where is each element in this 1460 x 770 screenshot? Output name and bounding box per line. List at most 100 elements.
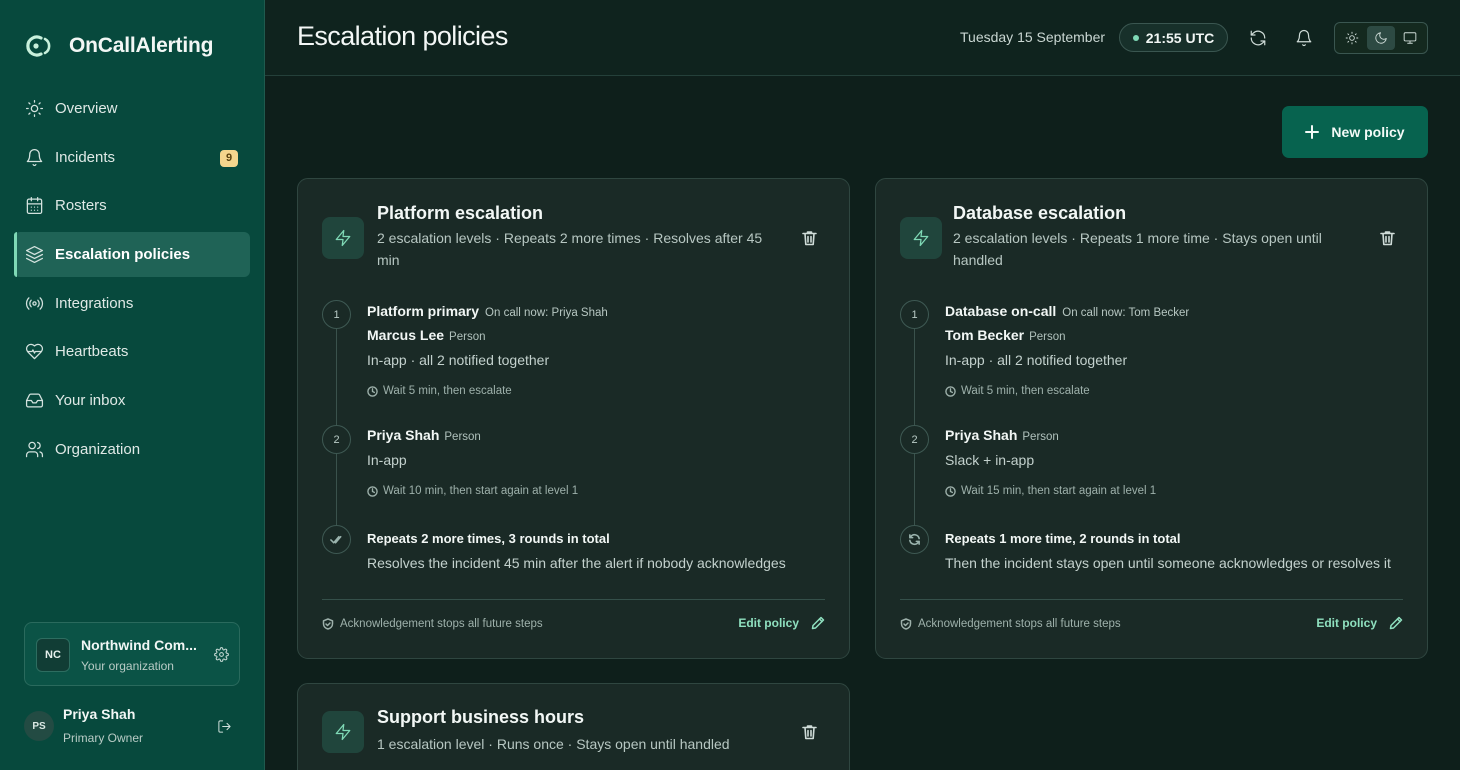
pencil-icon [811, 616, 825, 630]
repeat-description: Resolves the incident 45 min after the a… [367, 555, 786, 571]
policy-card-platform-escalation: Platform escalation 2 escalation levels … [297, 178, 850, 659]
user-row: PS Priya Shah Primary Owner [24, 703, 240, 751]
repeat-description: Then the incident stays open until someo… [945, 555, 1391, 571]
responder-type: Person [449, 331, 486, 343]
card-divider [900, 599, 1403, 600]
responder-type: Person [1029, 331, 1066, 343]
bolt-icon [322, 711, 364, 753]
policy-summary: 2 escalation levels · Repeats 1 more tim… [953, 230, 1322, 268]
logout-icon[interactable] [217, 719, 232, 734]
responder-name: Marcus Lee [367, 327, 445, 343]
bell-icon [25, 148, 44, 167]
sidebar-item-organization[interactable]: Organization [14, 427, 250, 472]
level-number: 2 [322, 425, 351, 454]
current-date: Tuesday 15 September [960, 29, 1106, 45]
policy-summary: 1 escalation level · Runs once · Stays o… [377, 736, 730, 752]
sun-icon [1345, 31, 1358, 45]
sidebar-item-your-inbox[interactable]: Your inbox [14, 378, 250, 423]
dark-theme-button[interactable] [1367, 26, 1395, 50]
responder: Marcus Lee Person [367, 327, 485, 343]
policy-title: Database escalation [953, 203, 1127, 223]
org-avatar: NC [36, 638, 70, 672]
sidebar-item-heartbeats[interactable]: Heartbeats [14, 329, 250, 374]
responder: Priya Shah Person [367, 427, 481, 443]
level-number: 1 [322, 300, 351, 329]
new-policy-label: New policy [1331, 124, 1405, 140]
sidebar-item-overview[interactable]: Overview [14, 86, 250, 131]
responder-name: Priya Shah [367, 427, 440, 443]
timeline-line [914, 309, 915, 534]
sidebar-item-rosters[interactable]: Rosters [14, 183, 250, 228]
refresh-icon[interactable] [1249, 29, 1267, 47]
organization-card[interactable]: NC Northwind Com... Your organization [24, 622, 240, 686]
on-call-now: On call now: Tom Becker [1062, 307, 1190, 319]
top-header: Escalation policies Tuesday 15 September… [265, 0, 1460, 76]
sidebar-item-label: Organization [55, 440, 141, 458]
edit-policy-button[interactable]: Edit policy [738, 616, 825, 630]
repeat-icon [900, 525, 929, 554]
page-title: Escalation policies [297, 21, 508, 51]
level-name: Platform primary On call now: Priya Shah [367, 303, 608, 319]
repeat-title: Repeats 2 more times, 3 rounds in total [367, 531, 610, 546]
notification-channel: In-app · all 2 notified together [945, 352, 1128, 368]
notification-channel: Slack + in-app [945, 452, 1035, 468]
edit-policy-label: Edit policy [738, 616, 799, 630]
clock-icon [367, 385, 378, 397]
new-policy-button[interactable]: New policy [1282, 106, 1428, 158]
sidebar-nav: Overview Incidents 9 Rosters Escalation … [14, 86, 250, 476]
level-name-text: Database on-call [945, 303, 1057, 319]
system-theme-button[interactable] [1397, 26, 1424, 50]
sun-icon [25, 99, 44, 118]
moon-icon [1375, 32, 1387, 44]
edit-policy-label: Edit policy [1316, 616, 1377, 630]
responder-name: Priya Shah [945, 427, 1018, 443]
light-theme-button[interactable] [1338, 26, 1365, 50]
notification-channel: In-app · all 2 notified together [367, 352, 550, 368]
responder-type: Person [1022, 431, 1059, 443]
wait-rule: Wait 10 min, then start again at level 1 [367, 485, 578, 497]
gear-icon[interactable] [214, 647, 229, 662]
ack-note-text: Acknowledgement stops all future steps [918, 618, 1121, 630]
clock-icon [945, 385, 956, 397]
delete-policy-trash-icon[interactable] [1380, 230, 1395, 246]
pencil-icon [1389, 616, 1403, 630]
sidebar-item-escalation-policies[interactable]: Escalation policies [14, 232, 250, 278]
incidents-count-badge: 9 [220, 149, 238, 167]
level-name-text: Platform primary [367, 303, 480, 319]
brand-name: OnCallAlerting [69, 34, 214, 57]
inbox-icon [25, 391, 44, 410]
bolt-icon [322, 217, 364, 259]
layers-icon [25, 245, 44, 264]
double-check-icon [322, 525, 351, 554]
delete-policy-trash-icon[interactable] [802, 230, 817, 246]
heart-pulse-icon [25, 342, 44, 361]
edit-policy-button[interactable]: Edit policy [1316, 616, 1403, 630]
card-divider [322, 599, 825, 600]
live-dot [1132, 34, 1139, 41]
sidebar-item-label: Overview [55, 100, 118, 117]
sidebar-item-label: Heartbeats [55, 343, 129, 361]
sidebar-item-incidents[interactable]: Incidents 9 [14, 135, 250, 180]
utc-clock: 21:55 UTC [1119, 23, 1228, 52]
clock-icon [945, 485, 956, 497]
sidebar: OnCallAlerting Overview Incidents 9 Rost… [0, 0, 265, 770]
policy-title: Support business hours [377, 707, 585, 727]
users-icon [25, 440, 44, 459]
level-name: Database on-call On call now: Tom Becker [945, 303, 1189, 319]
responder: Priya Shah Person [945, 427, 1059, 443]
sidebar-item-integrations[interactable]: Integrations [14, 281, 250, 326]
user-role: Primary Owner [63, 731, 144, 745]
bolt-icon [900, 217, 942, 259]
notifications-bell-icon[interactable] [1295, 29, 1313, 47]
delete-policy-trash-icon[interactable] [802, 724, 817, 740]
ack-note: Acknowledgement stops all future steps [900, 618, 1121, 630]
avatar[interactable]: PS [24, 711, 54, 741]
responder: Tom Becker Person [945, 327, 1066, 343]
brand[interactable]: OnCallAlerting [25, 33, 213, 59]
sidebar-item-label: Escalation policies [55, 246, 191, 264]
calendar-icon [25, 196, 44, 215]
sidebar-item-label: Rosters [55, 197, 107, 215]
clock-icon [367, 485, 378, 497]
notification-channel: In-app [367, 452, 407, 468]
shield-check-icon [900, 618, 912, 630]
